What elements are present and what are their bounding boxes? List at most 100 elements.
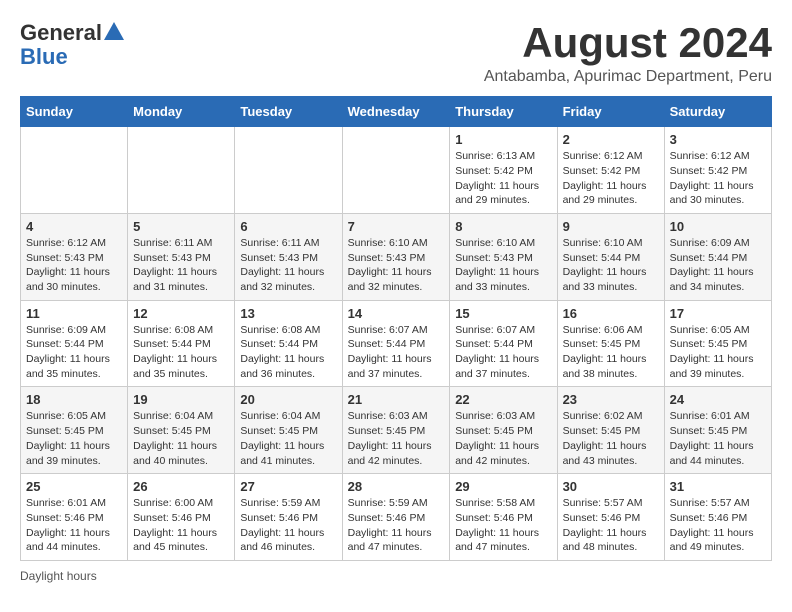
- day-info: Sunrise: 6:12 AM Sunset: 5:42 PM Dayligh…: [670, 149, 766, 208]
- calendar-cell: 23 Sunrise: 6:02 AM Sunset: 5:45 PM Dayli…: [557, 387, 664, 474]
- day-info: Sunrise: 6:07 AM Sunset: 5:44 PM Dayligh…: [348, 323, 445, 382]
- day-number: 28: [348, 479, 445, 494]
- day-number: 8: [455, 219, 551, 234]
- calendar-cell: 22Sunrise: 6:03 AM Sunset: 5:45 PM Dayli…: [450, 387, 557, 474]
- day-info: Sunrise: 5:57 AM Sunset: 5:46 PM Dayligh…: [563, 496, 659, 555]
- calendar-cell: 8 Sunrise: 6:10 AM Sunset: 5:43 PM Daylig…: [450, 213, 557, 300]
- day-number: 18: [26, 392, 122, 407]
- day-info: Sunrise: 5:59 AM Sunset: 5:46 PM Dayligh…: [240, 496, 336, 555]
- day-info: Sunrise: 6:06 AM Sunset: 5:45 PM Dayligh…: [563, 323, 659, 382]
- calendar-cell: [342, 127, 450, 214]
- day-info: Sunrise: 6:02 AM Sunset: 5:45 PM Dayligh…: [563, 409, 659, 468]
- calendar-cell: 17 Sunrise: 6:05 AM Sunset: 5:45 PM Dayli…: [664, 300, 771, 387]
- calendar-table: SundayMondayTuesdayWednesdayThursdayFrid…: [20, 96, 772, 561]
- day-number: 1: [455, 132, 551, 147]
- col-header-saturday: Saturday: [664, 97, 771, 127]
- calendar-cell: 12Sunrise: 6:08 AM Sunset: 5:44 PM Dayli…: [128, 300, 235, 387]
- calendar-cell: 21Sunrise: 6:03 AM Sunset: 5:45 PM Dayli…: [342, 387, 450, 474]
- calendar-cell: 13 Sunrise: 6:08 AM Sunset: 5:44 PM Dayli…: [235, 300, 342, 387]
- day-info: Sunrise: 5:58 AM Sunset: 5:46 PM Dayligh…: [455, 496, 551, 555]
- calendar-cell: 6Sunrise: 6:11 AM Sunset: 5:43 PM Daylig…: [235, 213, 342, 300]
- logo: General Blue: [20, 20, 124, 70]
- day-info: Sunrise: 6:10 AM Sunset: 5:43 PM Dayligh…: [348, 236, 445, 295]
- day-info: Sunrise: 6:01 AM Sunset: 5:45 PM Dayligh…: [670, 409, 766, 468]
- day-number: 9: [563, 219, 659, 234]
- day-info: Sunrise: 6:09 AM Sunset: 5:44 PM Dayligh…: [670, 236, 766, 295]
- day-number: 4: [26, 219, 122, 234]
- day-info: Sunrise: 6:03 AM Sunset: 5:45 PM Dayligh…: [348, 409, 445, 468]
- month-title: August 2024: [484, 20, 772, 66]
- calendar-cell: 4 Sunrise: 6:12 AM Sunset: 5:43 PM Daylig…: [21, 213, 128, 300]
- calendar-week-row: 4 Sunrise: 6:12 AM Sunset: 5:43 PM Daylig…: [21, 213, 772, 300]
- calendar-cell: 3 Sunrise: 6:12 AM Sunset: 5:42 PM Daylig…: [664, 127, 771, 214]
- day-number: 7: [348, 219, 445, 234]
- calendar-cell: 26Sunrise: 6:00 AM Sunset: 5:46 PM Dayli…: [128, 474, 235, 561]
- day-info: Sunrise: 6:04 AM Sunset: 5:45 PM Dayligh…: [240, 409, 336, 468]
- day-info: Sunrise: 6:08 AM Sunset: 5:44 PM Dayligh…: [133, 323, 229, 382]
- day-info: Sunrise: 6:12 AM Sunset: 5:42 PM Dayligh…: [563, 149, 659, 208]
- day-number: 24: [670, 392, 766, 407]
- col-header-sunday: Sunday: [21, 97, 128, 127]
- day-info: Sunrise: 6:07 AM Sunset: 5:44 PM Dayligh…: [455, 323, 551, 382]
- day-number: 14: [348, 306, 445, 321]
- calendar-week-row: 18 Sunrise: 6:05 AM Sunset: 5:45 PM Dayli…: [21, 387, 772, 474]
- calendar-cell: 24 Sunrise: 6:01 AM Sunset: 5:45 PM Dayli…: [664, 387, 771, 474]
- calendar-cell: 29 Sunrise: 5:58 AM Sunset: 5:46 PM Dayli…: [450, 474, 557, 561]
- col-header-monday: Monday: [128, 97, 235, 127]
- day-info: Sunrise: 6:05 AM Sunset: 5:45 PM Dayligh…: [26, 409, 122, 468]
- footer-note: Daylight hours: [20, 569, 772, 583]
- calendar-cell: [21, 127, 128, 214]
- title-area: August 2024 Antabamba, Apurimac Departme…: [484, 20, 772, 86]
- day-number: 3: [670, 132, 766, 147]
- calendar-cell: 20Sunrise: 6:04 AM Sunset: 5:45 PM Dayli…: [235, 387, 342, 474]
- calendar-cell: 14 Sunrise: 6:07 AM Sunset: 5:44 PM Dayli…: [342, 300, 450, 387]
- day-info: Sunrise: 6:03 AM Sunset: 5:45 PM Dayligh…: [455, 409, 551, 468]
- day-info: Sunrise: 6:13 AM Sunset: 5:42 PM Dayligh…: [455, 149, 551, 208]
- day-info: Sunrise: 6:01 AM Sunset: 5:46 PM Dayligh…: [26, 496, 122, 555]
- calendar-cell: 7 Sunrise: 6:10 AM Sunset: 5:43 PM Daylig…: [342, 213, 450, 300]
- col-header-wednesday: Wednesday: [342, 97, 450, 127]
- day-info: Sunrise: 6:11 AM Sunset: 5:43 PM Dayligh…: [240, 236, 336, 295]
- calendar-cell: 11 Sunrise: 6:09 AM Sunset: 5:44 PM Dayli…: [21, 300, 128, 387]
- header: General Blue August 2024 Antabamba, Apur…: [20, 20, 772, 86]
- col-header-thursday: Thursday: [450, 97, 557, 127]
- day-number: 11: [26, 306, 122, 321]
- day-number: 13: [240, 306, 336, 321]
- calendar-cell: 31Sunrise: 5:57 AM Sunset: 5:46 PM Dayli…: [664, 474, 771, 561]
- day-number: 26: [133, 479, 229, 494]
- col-header-friday: Friday: [557, 97, 664, 127]
- day-number: 23: [563, 392, 659, 407]
- calendar-cell: 10 Sunrise: 6:09 AM Sunset: 5:44 PM Dayli…: [664, 213, 771, 300]
- calendar-cell: [128, 127, 235, 214]
- calendar-cell: 5 Sunrise: 6:11 AM Sunset: 5:43 PM Daylig…: [128, 213, 235, 300]
- day-info: Sunrise: 6:12 AM Sunset: 5:43 PM Dayligh…: [26, 236, 122, 295]
- day-number: 2: [563, 132, 659, 147]
- calendar-week-row: 1 Sunrise: 6:13 AM Sunset: 5:42 PM Daylig…: [21, 127, 772, 214]
- col-header-tuesday: Tuesday: [235, 97, 342, 127]
- day-info: Sunrise: 6:08 AM Sunset: 5:44 PM Dayligh…: [240, 323, 336, 382]
- calendar-cell: 1 Sunrise: 6:13 AM Sunset: 5:42 PM Daylig…: [450, 127, 557, 214]
- day-info: Sunrise: 6:05 AM Sunset: 5:45 PM Dayligh…: [670, 323, 766, 382]
- day-number: 29: [455, 479, 551, 494]
- day-number: 15: [455, 306, 551, 321]
- calendar-cell: 16Sunrise: 6:06 AM Sunset: 5:45 PM Dayli…: [557, 300, 664, 387]
- day-number: 17: [670, 306, 766, 321]
- day-number: 27: [240, 479, 336, 494]
- logo-triangle-icon: [104, 22, 124, 40]
- day-number: 19: [133, 392, 229, 407]
- day-info: Sunrise: 6:09 AM Sunset: 5:44 PM Dayligh…: [26, 323, 122, 382]
- calendar-cell: 27 Sunrise: 5:59 AM Sunset: 5:46 PM Dayli…: [235, 474, 342, 561]
- day-number: 30: [563, 479, 659, 494]
- calendar-cell: 9Sunrise: 6:10 AM Sunset: 5:44 PM Daylig…: [557, 213, 664, 300]
- day-number: 10: [670, 219, 766, 234]
- day-info: Sunrise: 6:04 AM Sunset: 5:45 PM Dayligh…: [133, 409, 229, 468]
- day-info: Sunrise: 6:10 AM Sunset: 5:43 PM Dayligh…: [455, 236, 551, 295]
- day-info: Sunrise: 6:11 AM Sunset: 5:43 PM Dayligh…: [133, 236, 229, 295]
- day-info: Sunrise: 5:57 AM Sunset: 5:46 PM Dayligh…: [670, 496, 766, 555]
- location-subtitle: Antabamba, Apurimac Department, Peru: [484, 68, 772, 86]
- day-number: 5: [133, 219, 229, 234]
- calendar-week-row: 25Sunrise: 6:01 AM Sunset: 5:46 PM Dayli…: [21, 474, 772, 561]
- daylight-note-text: Daylight hours: [20, 569, 97, 583]
- calendar-cell: [235, 127, 342, 214]
- calendar-cell: 15 Sunrise: 6:07 AM Sunset: 5:44 PM Dayli…: [450, 300, 557, 387]
